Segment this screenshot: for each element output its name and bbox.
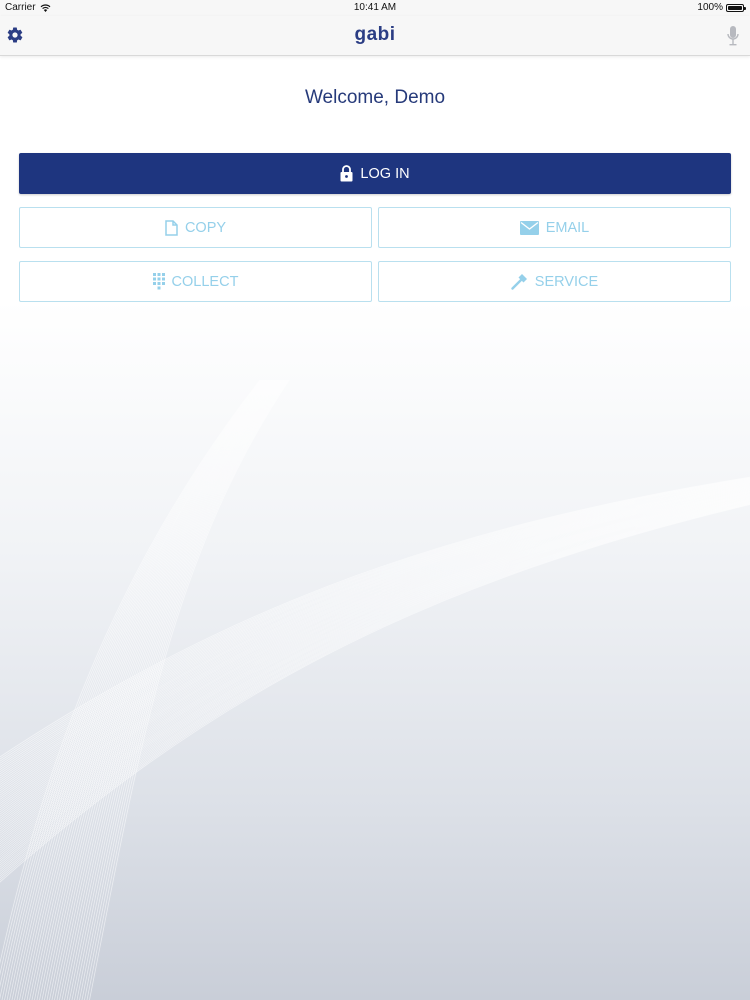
copy-label: COPY — [184, 219, 227, 236]
keypad-icon — [152, 273, 165, 290]
status-time: 10:41 AM — [353, 2, 397, 13]
app-title: gabi — [354, 24, 396, 45]
document-icon — [165, 219, 178, 236]
battery-percent: 100% — [697, 2, 723, 13]
welcome-message: Welcome, Demo — [304, 87, 446, 108]
email-label: EMAIL — [545, 219, 590, 236]
lock-icon — [340, 165, 353, 182]
email-button[interactable]: EMAIL — [378, 207, 731, 248]
login-label: LOG IN — [360, 165, 410, 182]
collect-label: COLLECT — [171, 273, 239, 290]
hammer-icon — [511, 274, 527, 290]
service-label: SERVICE — [534, 273, 599, 290]
microphone-icon[interactable] — [726, 25, 740, 47]
envelope-icon — [519, 220, 539, 235]
login-button[interactable]: LOG IN — [19, 153, 731, 194]
status-right: 100% — [697, 2, 746, 13]
status-bar: Carrier 10:41 AM 100% — [0, 0, 750, 16]
navigation-bar: gabi — [0, 16, 750, 56]
collect-button[interactable]: COLLECT — [19, 261, 372, 302]
copy-button[interactable]: COPY — [19, 207, 372, 248]
background-wave-graphic — [0, 379, 750, 1000]
service-button[interactable]: SERVICE — [378, 261, 731, 302]
battery-icon — [726, 3, 746, 12]
